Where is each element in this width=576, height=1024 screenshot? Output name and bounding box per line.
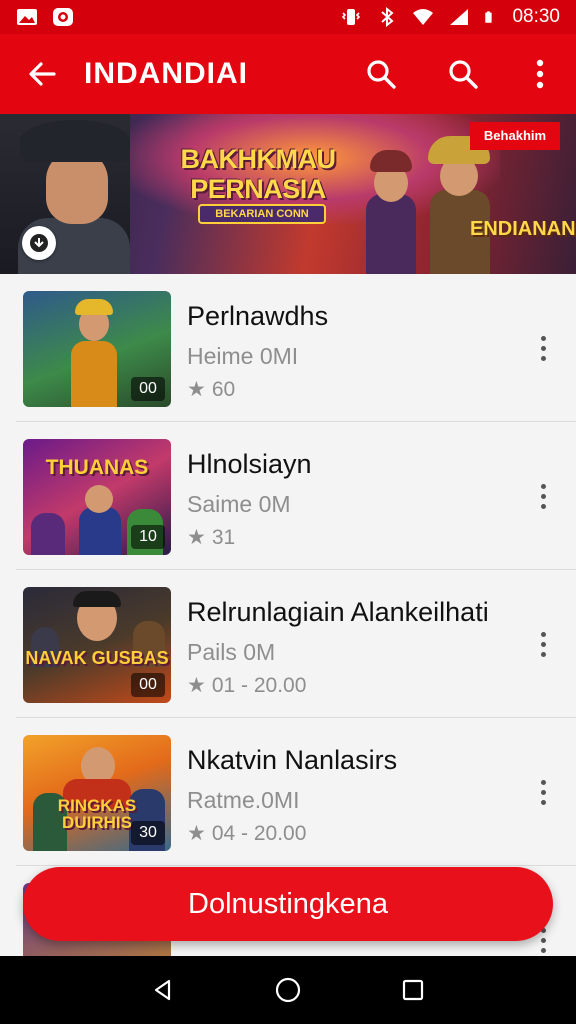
banner-title: BAKHKMAU PERNASIA <box>180 144 336 204</box>
banner-corner-text: ENDIANAN <box>470 218 576 240</box>
status-bar: 08:30 <box>0 0 576 34</box>
nav-back-button[interactable] <box>141 968 185 1012</box>
gallery-icon <box>17 9 37 25</box>
app-notification-icon <box>53 8 73 26</box>
game-thumbnail: NAVAK GUSBAS 00 <box>23 587 171 703</box>
item-meta: ★ 01 - 20.00 <box>187 674 306 698</box>
search-button-secondary[interactable] <box>422 34 504 114</box>
signal-icon <box>450 9 469 25</box>
game-list: 00 Perlnawdhs Heime 0MI ★ 60 THUANAS 10 H… <box>0 274 576 956</box>
more-vertical-icon <box>536 59 544 89</box>
nav-recents-button[interactable] <box>391 968 435 1012</box>
item-title: Relrunlagiain Alankeilhati <box>187 597 489 627</box>
overflow-menu-button[interactable] <box>504 34 576 114</box>
item-title: Hlnolsiayn <box>187 449 312 479</box>
banner-character-mid <box>360 144 420 274</box>
search-icon <box>367 60 396 89</box>
recents-square-icon <box>403 979 424 1001</box>
banner-subtitle: BEKARIAN CONN <box>198 204 326 224</box>
game-thumbnail: 00 <box>23 291 171 407</box>
thumbnail-count: 10 <box>131 525 165 549</box>
item-meta: ★ 60 <box>187 378 235 402</box>
item-subtitle: Pails 0M <box>187 639 276 665</box>
star-icon: ★ <box>187 378 206 401</box>
search-button[interactable] <box>340 34 422 114</box>
list-item[interactable]: NAVAK GUSBAS 00 Relrunlagiain Alankeilha… <box>0 570 576 718</box>
status-time: 08:30 <box>512 6 560 27</box>
banner-badge: Behakhim <box>470 122 560 150</box>
featured-banner[interactable]: BAKHKMAU PERNASIA BEKARIAN CONN Behakhim… <box>0 114 576 274</box>
thumbnail-count: 30 <box>131 821 165 845</box>
back-triangle-icon <box>154 979 170 1001</box>
nav-home-button[interactable] <box>266 968 310 1012</box>
item-more-button[interactable] <box>526 476 560 516</box>
game-thumbnail: THUANAS 10 <box>23 439 171 555</box>
list-item[interactable]: RINGKAS DUIRHIS 30 Nkatvin Nanlasirs Rat… <box>0 718 576 866</box>
item-subtitle: Ratme.0MI <box>187 787 300 813</box>
thumbnail-count: 00 <box>131 377 165 401</box>
home-circle-icon <box>275 977 301 1003</box>
item-meta: ★ 04 - 20.00 <box>187 822 306 846</box>
vibrate-icon <box>342 9 361 25</box>
item-subtitle: Heime 0MI <box>187 343 299 369</box>
thumbnail-label: THUANAS <box>45 456 149 479</box>
download-button[interactable] <box>22 226 56 260</box>
wifi-icon <box>413 9 434 25</box>
item-more-button[interactable] <box>526 328 560 368</box>
system-nav-bar <box>0 956 576 1024</box>
item-rating: 01 - 20.00 <box>211 674 307 697</box>
back-button[interactable] <box>0 34 84 114</box>
item-rating: 60 <box>211 378 236 401</box>
search-icon <box>449 60 478 89</box>
thumbnail-count: 00 <box>131 673 165 697</box>
thumbnail-label: NAVAK GUSBAS <box>25 648 169 668</box>
item-title: Nkatvin Nanlasirs <box>187 745 398 775</box>
star-icon: ★ <box>187 526 206 549</box>
banner-character-right <box>420 134 500 274</box>
item-rating: 04 - 20.00 <box>211 822 307 845</box>
item-rating: 31 <box>211 526 236 549</box>
item-subtitle: Saime 0M <box>187 491 291 517</box>
list-item[interactable]: THUANAS 10 Hlnolsiayn Saime 0M ★ 31 <box>0 422 576 570</box>
banner-character-left <box>0 114 130 274</box>
arrow-back-icon <box>29 62 56 86</box>
list-item[interactable]: 00 Perlnawdhs Heime 0MI ★ 60 <box>0 274 576 422</box>
game-thumbnail: RINGKAS DUIRHIS 30 <box>23 735 171 851</box>
star-icon: ★ <box>187 822 206 845</box>
item-more-button[interactable] <box>526 624 560 664</box>
battery-icon <box>485 11 493 23</box>
item-title: Perlnawdhs <box>187 301 329 331</box>
star-icon: ★ <box>187 674 206 697</box>
bluetooth-icon <box>381 7 394 27</box>
app-bar: INDANDIAI <box>0 34 576 114</box>
app-title: INDANDIAI <box>84 57 248 90</box>
download-icon <box>30 234 48 252</box>
item-more-button[interactable] <box>526 772 560 812</box>
primary-action-button[interactable]: Dolnustingkena <box>23 867 553 941</box>
item-meta: ★ 31 <box>187 526 235 550</box>
